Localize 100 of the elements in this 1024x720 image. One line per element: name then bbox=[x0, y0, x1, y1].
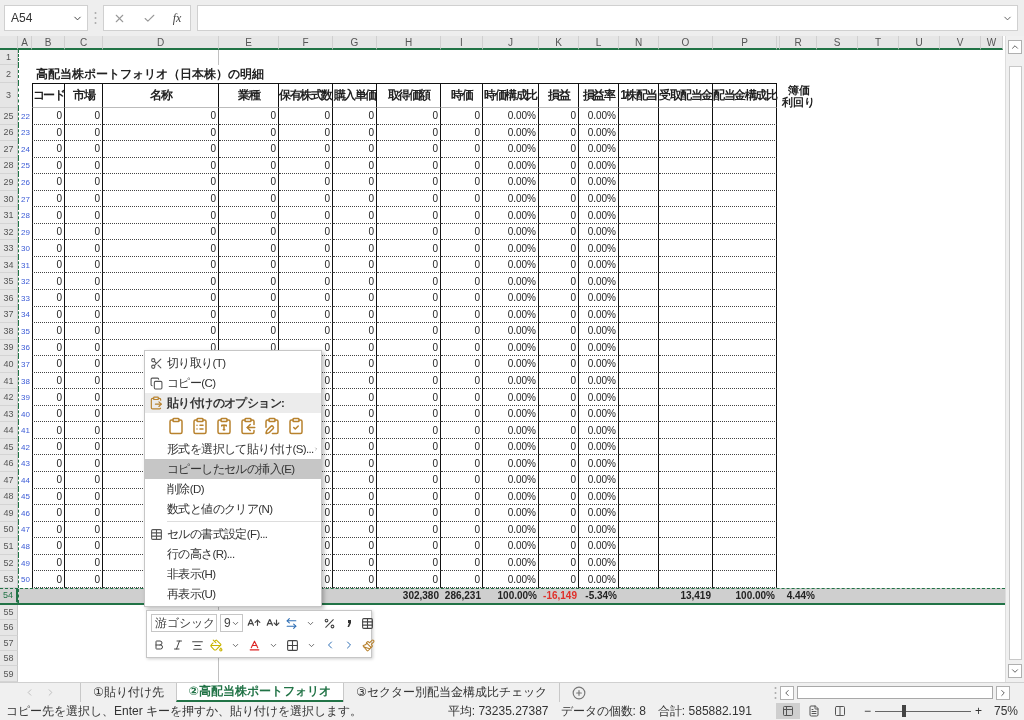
clipboard-icon[interactable] bbox=[167, 417, 185, 435]
column-header[interactable]: D bbox=[103, 36, 219, 50]
table-cell: 0 bbox=[539, 472, 579, 489]
vertical-scrollbar[interactable] bbox=[1005, 36, 1024, 682]
row-header[interactable]: 46 bbox=[0, 455, 18, 473]
row-header[interactable]: 2 bbox=[0, 65, 18, 83]
column-header[interactable]: O bbox=[659, 36, 713, 50]
column-header[interactable]: G bbox=[333, 36, 377, 50]
empty-cell bbox=[619, 488, 659, 506]
clipboard-icon[interactable] bbox=[191, 417, 209, 435]
column-header[interactable]: H bbox=[377, 36, 441, 50]
table-cell: 42 bbox=[21, 442, 30, 452]
row-header[interactable]: 47 bbox=[0, 472, 18, 489]
column-header[interactable]: N bbox=[619, 36, 659, 50]
comma-icon[interactable] bbox=[345, 619, 352, 627]
row-header[interactable]: 42 bbox=[0, 389, 18, 406]
row-header[interactable]: 51 bbox=[0, 538, 18, 555]
scroll-down-icon[interactable] bbox=[1010, 666, 1020, 676]
table-cell: 0 bbox=[65, 141, 103, 158]
column-header[interactable]: K bbox=[539, 36, 579, 50]
column-header[interactable]: S bbox=[817, 36, 858, 50]
align-center-icon[interactable] bbox=[190, 638, 204, 652]
column-header[interactable]: E bbox=[219, 36, 279, 50]
row-header[interactable]: 59 bbox=[0, 666, 18, 682]
table-cell: 0 bbox=[539, 207, 579, 224]
column-header[interactable]: B bbox=[32, 36, 65, 50]
row-header[interactable]: 31 bbox=[0, 207, 18, 224]
formula-input[interactable] bbox=[197, 5, 1018, 31]
select-all-corner[interactable] bbox=[0, 36, 18, 50]
column-header[interactable]: F bbox=[279, 36, 333, 50]
empty-cell bbox=[713, 306, 777, 324]
table-cell: 0 bbox=[279, 174, 333, 191]
italic-icon[interactable] bbox=[172, 639, 184, 651]
row-header[interactable]: 35 bbox=[0, 273, 18, 290]
font-size-dropdown[interactable]: 9 bbox=[220, 614, 243, 632]
column-header[interactable]: W bbox=[981, 36, 1003, 50]
column-header[interactable]: U bbox=[899, 36, 940, 50]
insert-function-button[interactable]: fx bbox=[172, 10, 182, 26]
table-cell: 0 bbox=[377, 472, 441, 489]
font-color-icon[interactable] bbox=[247, 638, 261, 652]
row-header[interactable]: 3 bbox=[0, 83, 18, 108]
column-header[interactable]: P bbox=[713, 36, 777, 50]
table-cell: 0 bbox=[441, 323, 483, 340]
table-cell: 0 bbox=[103, 190, 219, 208]
zoom-in-button[interactable]: + bbox=[974, 704, 982, 718]
fill-color-icon[interactable] bbox=[209, 638, 223, 652]
table-cell: 0 bbox=[32, 405, 65, 423]
table-cell: 0 bbox=[65, 207, 103, 224]
row-header[interactable]: 27 bbox=[0, 141, 18, 158]
scroll-thumb[interactable] bbox=[1008, 65, 1022, 660]
empty-cell bbox=[619, 306, 659, 324]
table-cell: 0 bbox=[333, 141, 377, 158]
row-header[interactable]: 29 bbox=[0, 174, 18, 191]
column-header[interactable]: A bbox=[18, 36, 32, 50]
scroll-left-icon[interactable] bbox=[782, 687, 792, 698]
row-header[interactable]: 53 bbox=[0, 571, 18, 588]
add-sheet-icon[interactable] bbox=[571, 685, 586, 700]
clipboard-icon[interactable] bbox=[215, 417, 233, 435]
row-header[interactable]: 40 bbox=[0, 356, 18, 373]
percent-icon[interactable] bbox=[323, 616, 337, 630]
font-name-dropdown[interactable]: 游ゴシック bbox=[151, 614, 217, 632]
empty-cell bbox=[619, 141, 659, 158]
row-header[interactable]: 58 bbox=[0, 651, 18, 667]
column-header[interactable]: L bbox=[579, 36, 619, 50]
row-header[interactable]: 56 bbox=[0, 620, 18, 636]
sheet-tab[interactable]: ②高配当株ポートフォリオ bbox=[175, 683, 344, 702]
view-button[interactable] bbox=[775, 703, 800, 719]
clipboard-icon[interactable] bbox=[287, 417, 305, 435]
row-header[interactable]: 49 bbox=[0, 505, 18, 522]
row-header[interactable]: 36 bbox=[0, 290, 18, 307]
table-icon[interactable] bbox=[361, 616, 375, 630]
column-header[interactable]: I bbox=[441, 36, 483, 50]
column-header[interactable]: T bbox=[858, 36, 899, 50]
horizontal-scrollbar[interactable] bbox=[797, 686, 993, 699]
column-header[interactable]: R bbox=[780, 36, 817, 50]
column-header[interactable]: V bbox=[940, 36, 981, 50]
table-cell: 0 bbox=[103, 256, 219, 274]
clipboard-icon[interactable] bbox=[239, 417, 257, 435]
name-box[interactable]: A54 bbox=[4, 5, 88, 31]
row-header[interactable]: 25 bbox=[0, 108, 18, 125]
row-header[interactable]: 38 bbox=[0, 323, 18, 340]
scroll-up-icon[interactable] bbox=[1010, 42, 1020, 52]
empty-cell bbox=[713, 438, 777, 456]
empty-cell bbox=[659, 356, 713, 373]
borders-icon[interactable] bbox=[285, 638, 299, 652]
zoom-out-button[interactable]: − bbox=[863, 704, 871, 718]
menu-item[interactable]: コピーしたセルの挿入(E) bbox=[145, 459, 321, 479]
column-header[interactable]: C bbox=[65, 36, 103, 50]
clipboard-icon[interactable] bbox=[263, 417, 281, 435]
row-header[interactable]: 1 bbox=[0, 50, 18, 65]
empty-cell bbox=[659, 256, 713, 274]
row-header[interactable]: 33 bbox=[0, 240, 18, 257]
number-format-icon[interactable] bbox=[285, 616, 299, 630]
scroll-right-icon[interactable] bbox=[998, 687, 1008, 698]
row-header[interactable]: 44 bbox=[0, 422, 18, 439]
row-header[interactable]: 54 bbox=[0, 588, 18, 603]
bold-icon[interactable] bbox=[153, 639, 165, 651]
column-header[interactable]: J bbox=[483, 36, 539, 50]
zoom-thumb[interactable] bbox=[901, 705, 906, 717]
format-painter-icon[interactable] bbox=[361, 638, 375, 652]
